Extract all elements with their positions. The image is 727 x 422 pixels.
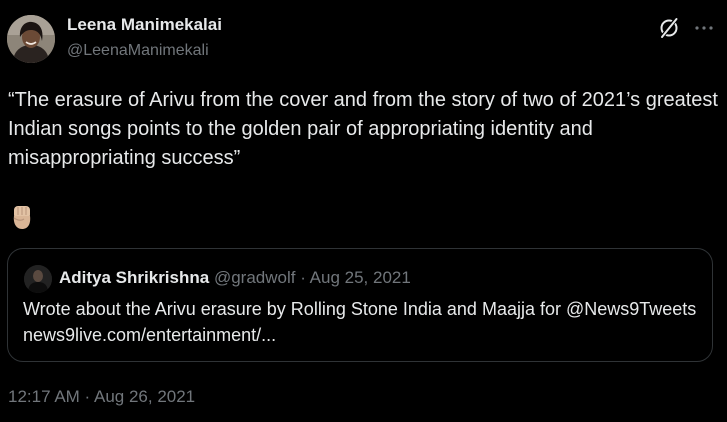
author-avatar[interactable]	[7, 15, 55, 63]
tweet-timestamp[interactable]: 12:17 AM · Aug 26, 2021	[8, 386, 195, 408]
quoted-author-avatar	[24, 265, 52, 293]
quoted-tweet-date: Aug 25, 2021	[309, 268, 411, 287]
raised-fist-emoji	[8, 203, 36, 231]
tweet-text: “The erasure of Arivu from the cover and…	[8, 89, 718, 169]
author-handle[interactable]: @LeenaManimekali	[67, 40, 209, 62]
grok-icon[interactable]	[657, 16, 681, 40]
quoted-date-separator: ·	[300, 268, 306, 287]
quoted-author-handle: @gradwolf	[213, 268, 296, 287]
quoted-tweet-header: Aditya Shrikrishna @gradwolf · Aug 25, 2…	[59, 266, 411, 290]
quoted-tweet-card[interactable]: Aditya Shrikrishna @gradwolf · Aug 25, 2…	[7, 248, 713, 362]
quoted-tweet-text: Wrote about the Arivu erasure by Rolling…	[23, 299, 697, 345]
more-icon[interactable]	[692, 16, 716, 40]
author-display-name[interactable]: Leena Manimekalai	[67, 14, 222, 36]
quoted-author-name: Aditya Shrikrishna	[59, 268, 210, 287]
